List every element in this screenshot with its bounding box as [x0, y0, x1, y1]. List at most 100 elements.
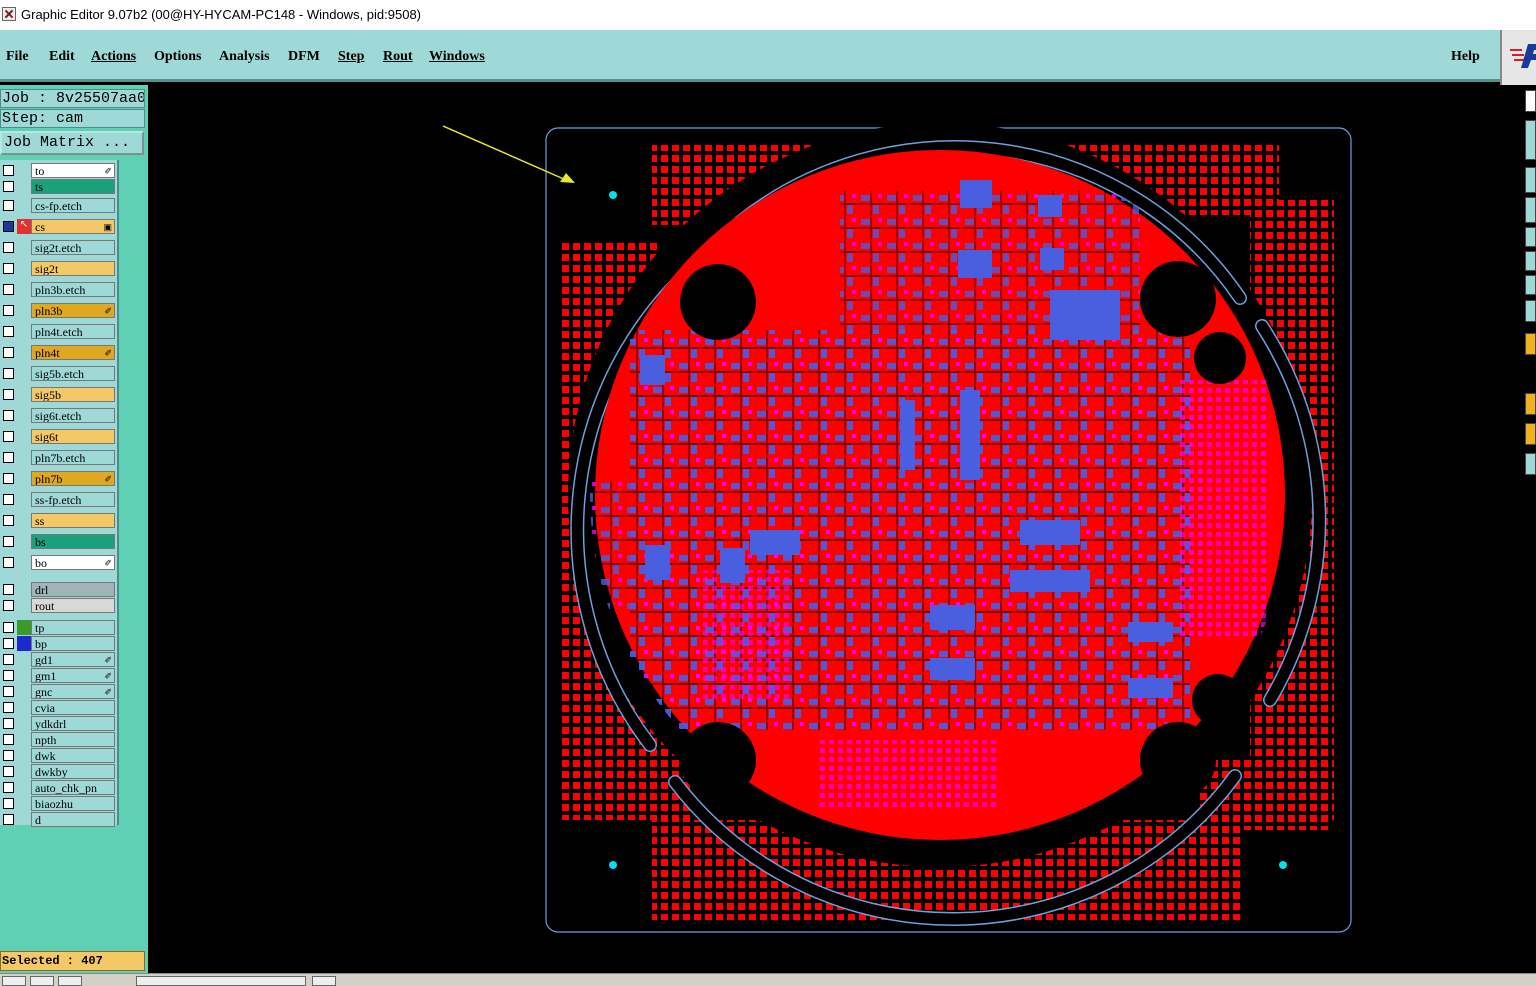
- layer-row-sig2t[interactable]: sig2t: [0, 261, 118, 276]
- layer-checkbox[interactable]: [3, 305, 14, 316]
- layer-checkbox[interactable]: [3, 536, 14, 547]
- layer-name[interactable]: sig6t: [31, 429, 115, 444]
- menu-step[interactable]: Step: [338, 49, 364, 65]
- layer-name[interactable]: gd1 ✐: [31, 652, 115, 667]
- layer-name[interactable]: rout: [31, 598, 115, 613]
- layer-row-sig6t[interactable]: sig6t: [0, 429, 118, 444]
- layer-checkbox[interactable]: [3, 221, 14, 232]
- layer-name[interactable]: to ✐: [31, 163, 115, 178]
- layer-row-bs[interactable]: bs: [0, 534, 118, 549]
- layer-checkbox[interactable]: [3, 473, 14, 484]
- layer-checkbox[interactable]: [3, 622, 14, 633]
- layer-checkbox[interactable]: [3, 814, 14, 825]
- layer-checkbox[interactable]: [3, 326, 14, 337]
- layer-checkbox[interactable]: [3, 431, 14, 442]
- layer-name[interactable]: drl: [31, 582, 115, 597]
- layer-row-auto-chk-pn[interactable]: auto_chk_pn: [0, 780, 118, 795]
- layer-checkbox[interactable]: [3, 766, 14, 777]
- layer-name[interactable]: pln3b ✐: [31, 303, 115, 318]
- layer-checkbox[interactable]: [3, 686, 14, 697]
- layer-name[interactable]: bp: [31, 636, 115, 651]
- layer-name[interactable]: ss-fp.etch: [31, 492, 115, 507]
- layer-row-pln3b-etch[interactable]: pln3b.etch: [0, 282, 118, 297]
- right-tool-button[interactable]: [1525, 120, 1536, 160]
- layer-checkbox[interactable]: [3, 263, 14, 274]
- layer-row-bo[interactable]: bo ✐: [0, 555, 118, 570]
- layer-name[interactable]: npth: [31, 732, 115, 747]
- layer-row-rout[interactable]: rout: [0, 598, 118, 613]
- menu-windows[interactable]: Windows: [429, 49, 485, 65]
- layer-name[interactable]: sig2t: [31, 261, 115, 276]
- layer-checkbox[interactable]: [3, 718, 14, 729]
- layer-name[interactable]: bs: [31, 534, 115, 549]
- layer-row-tp[interactable]: tp: [0, 620, 118, 635]
- layer-name[interactable]: sig5b.etch: [31, 366, 115, 381]
- layer-row-ydkdrl[interactable]: ydkdrl: [0, 716, 118, 731]
- layer-name[interactable]: pln4t.etch: [31, 324, 115, 339]
- layer-checkbox[interactable]: [3, 242, 14, 253]
- menu-edit[interactable]: Edit: [49, 49, 75, 65]
- right-tool-button[interactable]: [1525, 227, 1536, 247]
- graphic-canvas[interactable]: [148, 85, 1523, 973]
- layer-checkbox[interactable]: [3, 557, 14, 568]
- menu-rout[interactable]: Rout: [383, 49, 413, 65]
- layer-checkbox[interactable]: [3, 638, 14, 649]
- layer-name[interactable]: sig2t.etch: [31, 240, 115, 255]
- layer-row-to[interactable]: to ✐: [0, 163, 118, 178]
- layer-name[interactable]: biaozhu: [31, 796, 115, 811]
- layer-row-sig6t-etch[interactable]: sig6t.etch: [0, 408, 118, 423]
- layer-checkbox[interactable]: [3, 389, 14, 400]
- menu-help[interactable]: Help: [1451, 49, 1480, 65]
- right-tool-button[interactable]: [1525, 300, 1536, 322]
- layer-name[interactable]: cs-fp.etch: [31, 198, 115, 213]
- layer-checkbox[interactable]: [3, 452, 14, 463]
- right-tool-button[interactable]: [1525, 251, 1536, 271]
- layer-row-cvia[interactable]: cvia: [0, 700, 118, 715]
- layer-row-sig2t-etch[interactable]: sig2t.etch: [0, 240, 118, 255]
- layer-row-ts[interactable]: ts: [0, 179, 118, 194]
- layer-row-gm1[interactable]: gm1 ✐: [0, 668, 118, 683]
- layer-name[interactable]: cvia: [31, 700, 115, 715]
- layer-row-ss-fp-etch[interactable]: ss-fp.etch: [0, 492, 118, 507]
- layer-checkbox[interactable]: [3, 181, 14, 192]
- layer-checkbox[interactable]: [3, 600, 14, 611]
- layer-checkbox[interactable]: [3, 200, 14, 211]
- layer-name[interactable]: auto_chk_pn: [31, 780, 115, 795]
- layer-name[interactable]: sig5b: [31, 387, 115, 402]
- menu-analysis[interactable]: Analysis: [219, 49, 270, 65]
- layer-name[interactable]: pln7b ✐: [31, 471, 115, 486]
- layer-name[interactable]: dwkby: [31, 764, 115, 779]
- layer-checkbox[interactable]: [3, 702, 14, 713]
- right-tool-button[interactable]: [1525, 333, 1536, 355]
- layer-checkbox[interactable]: [3, 654, 14, 665]
- layer-name[interactable]: tp: [31, 620, 115, 635]
- layer-checkbox[interactable]: [3, 584, 14, 595]
- right-tool-button[interactable]: [1525, 167, 1536, 193]
- layer-checkbox[interactable]: [3, 165, 14, 176]
- layer-checkbox[interactable]: [3, 670, 14, 681]
- layer-row-biaozhu[interactable]: biaozhu: [0, 796, 118, 811]
- layer-checkbox[interactable]: [3, 798, 14, 809]
- layer-row-sig5b-etch[interactable]: sig5b.etch: [0, 366, 118, 381]
- layer-row-dwk[interactable]: dwk: [0, 748, 118, 763]
- layer-name[interactable]: pln3b.etch: [31, 282, 115, 297]
- layer-name[interactable]: ts: [31, 179, 115, 194]
- menu-file[interactable]: File: [6, 49, 29, 65]
- layer-checkbox[interactable]: [3, 410, 14, 421]
- layer-row-gd1[interactable]: gd1 ✐: [0, 652, 118, 667]
- layer-name[interactable]: cs ▣: [31, 219, 115, 234]
- layer-checkbox[interactable]: [3, 347, 14, 358]
- layer-row-drl[interactable]: drl: [0, 582, 118, 597]
- layer-row-npth[interactable]: npth: [0, 732, 118, 747]
- layer-row-dwkby[interactable]: dwkby: [0, 764, 118, 779]
- layer-row-pln7b[interactable]: pln7b ✐: [0, 471, 118, 486]
- menu-dfm[interactable]: DFM: [288, 49, 320, 65]
- menu-actions[interactable]: Actions: [91, 49, 136, 65]
- layer-row-ss[interactable]: ss: [0, 513, 118, 528]
- right-tool-button[interactable]: [1525, 90, 1536, 112]
- layer-checkbox[interactable]: [3, 782, 14, 793]
- layer-row-sig5b[interactable]: sig5b: [0, 387, 118, 402]
- layer-row-cs[interactable]: ↖ cs ▣: [0, 219, 118, 234]
- right-tool-button[interactable]: [1525, 453, 1536, 475]
- layer-row-pln7b-etch[interactable]: pln7b.etch: [0, 450, 118, 465]
